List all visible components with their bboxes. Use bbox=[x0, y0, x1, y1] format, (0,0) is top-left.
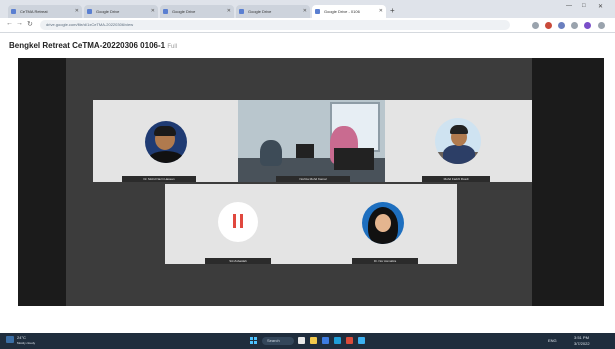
clock-date[interactable]: 3/7/2022 bbox=[574, 341, 590, 346]
browser-tab[interactable]: Google Drive ✕ bbox=[236, 5, 310, 18]
extension-icon[interactable] bbox=[558, 22, 565, 29]
participant-name: Dr. Nor Asmaliza bbox=[352, 258, 418, 264]
close-tab-icon[interactable]: ✕ bbox=[151, 5, 155, 18]
reload-button[interactable]: ↻ bbox=[27, 20, 33, 28]
close-window-button[interactable]: ✕ bbox=[598, 3, 603, 10]
language-indicator[interactable]: ENG bbox=[548, 338, 557, 343]
zoom-icon[interactable] bbox=[358, 337, 365, 344]
taskview-icon[interactable] bbox=[298, 337, 305, 344]
browser-tab[interactable]: CeTMA Retreat ✕ bbox=[8, 5, 82, 18]
windows-start-icon[interactable] bbox=[250, 337, 257, 344]
participant-avatar bbox=[362, 202, 404, 244]
clock-time[interactable]: 3:51 PM bbox=[574, 335, 589, 340]
participant-video bbox=[238, 100, 385, 182]
participant-avatar bbox=[218, 202, 258, 242]
title-suffix: Full bbox=[167, 44, 177, 50]
favicon-icon bbox=[11, 9, 16, 14]
muted-mic-icon bbox=[229, 212, 247, 232]
profile-avatar[interactable] bbox=[584, 22, 591, 29]
page-title: Bengkel Retreat CeTMA-20220306 0106-1 Fu… bbox=[9, 41, 177, 50]
menu-icon[interactable] bbox=[598, 22, 605, 29]
extension-icon[interactable] bbox=[545, 22, 552, 29]
forward-button[interactable]: → bbox=[16, 20, 23, 27]
chrome-icon[interactable] bbox=[346, 337, 353, 344]
close-tab-icon[interactable]: ✕ bbox=[379, 5, 383, 18]
weather-text[interactable]: Mostly cloudy bbox=[17, 341, 35, 345]
participant-avatar bbox=[145, 121, 187, 163]
participant-name: Siti Zubaidah bbox=[205, 258, 271, 264]
maximize-button[interactable]: □ bbox=[582, 3, 586, 9]
edge-icon[interactable] bbox=[322, 337, 329, 344]
taskbar-search[interactable]: Search bbox=[262, 337, 294, 345]
browser-tab[interactable]: Google Drive ✕ bbox=[160, 5, 234, 18]
close-tab-icon[interactable]: ✕ bbox=[75, 5, 79, 18]
favicon-icon bbox=[87, 9, 92, 14]
minimize-button[interactable]: — bbox=[566, 3, 572, 9]
extension-icon[interactable] bbox=[532, 22, 539, 29]
store-icon[interactable] bbox=[334, 337, 341, 344]
participant-name: Norliza Mohd Kamal bbox=[276, 176, 350, 182]
taskbar bbox=[0, 333, 615, 349]
new-tab-button[interactable]: + bbox=[390, 5, 395, 16]
participant-name: Dr. Mohd Nazri Hassan bbox=[122, 176, 196, 182]
meeting-grid bbox=[66, 58, 532, 306]
participant-avatar bbox=[435, 118, 481, 164]
participant-name: Mohd Fadzli Rosdi bbox=[422, 176, 490, 182]
back-button[interactable]: ← bbox=[6, 20, 13, 27]
favicon-icon bbox=[315, 9, 320, 14]
close-tab-icon[interactable]: ✕ bbox=[303, 5, 307, 18]
close-tab-icon[interactable]: ✕ bbox=[227, 5, 231, 18]
browser-tab[interactable]: Google Drive ✕ bbox=[84, 5, 158, 18]
address-bar[interactable]: drive.google.com/file/d/1xCeTMA-20220306… bbox=[40, 20, 510, 30]
extension-icon[interactable] bbox=[571, 22, 578, 29]
weather-temp[interactable]: 24°C bbox=[17, 335, 26, 340]
weather-icon[interactable] bbox=[6, 336, 14, 343]
file-explorer-icon[interactable] bbox=[310, 337, 317, 344]
browser-tab-active[interactable]: Google Drive - 0106 ✕ bbox=[312, 5, 386, 18]
favicon-icon bbox=[163, 9, 168, 14]
favicon-icon bbox=[239, 9, 244, 14]
